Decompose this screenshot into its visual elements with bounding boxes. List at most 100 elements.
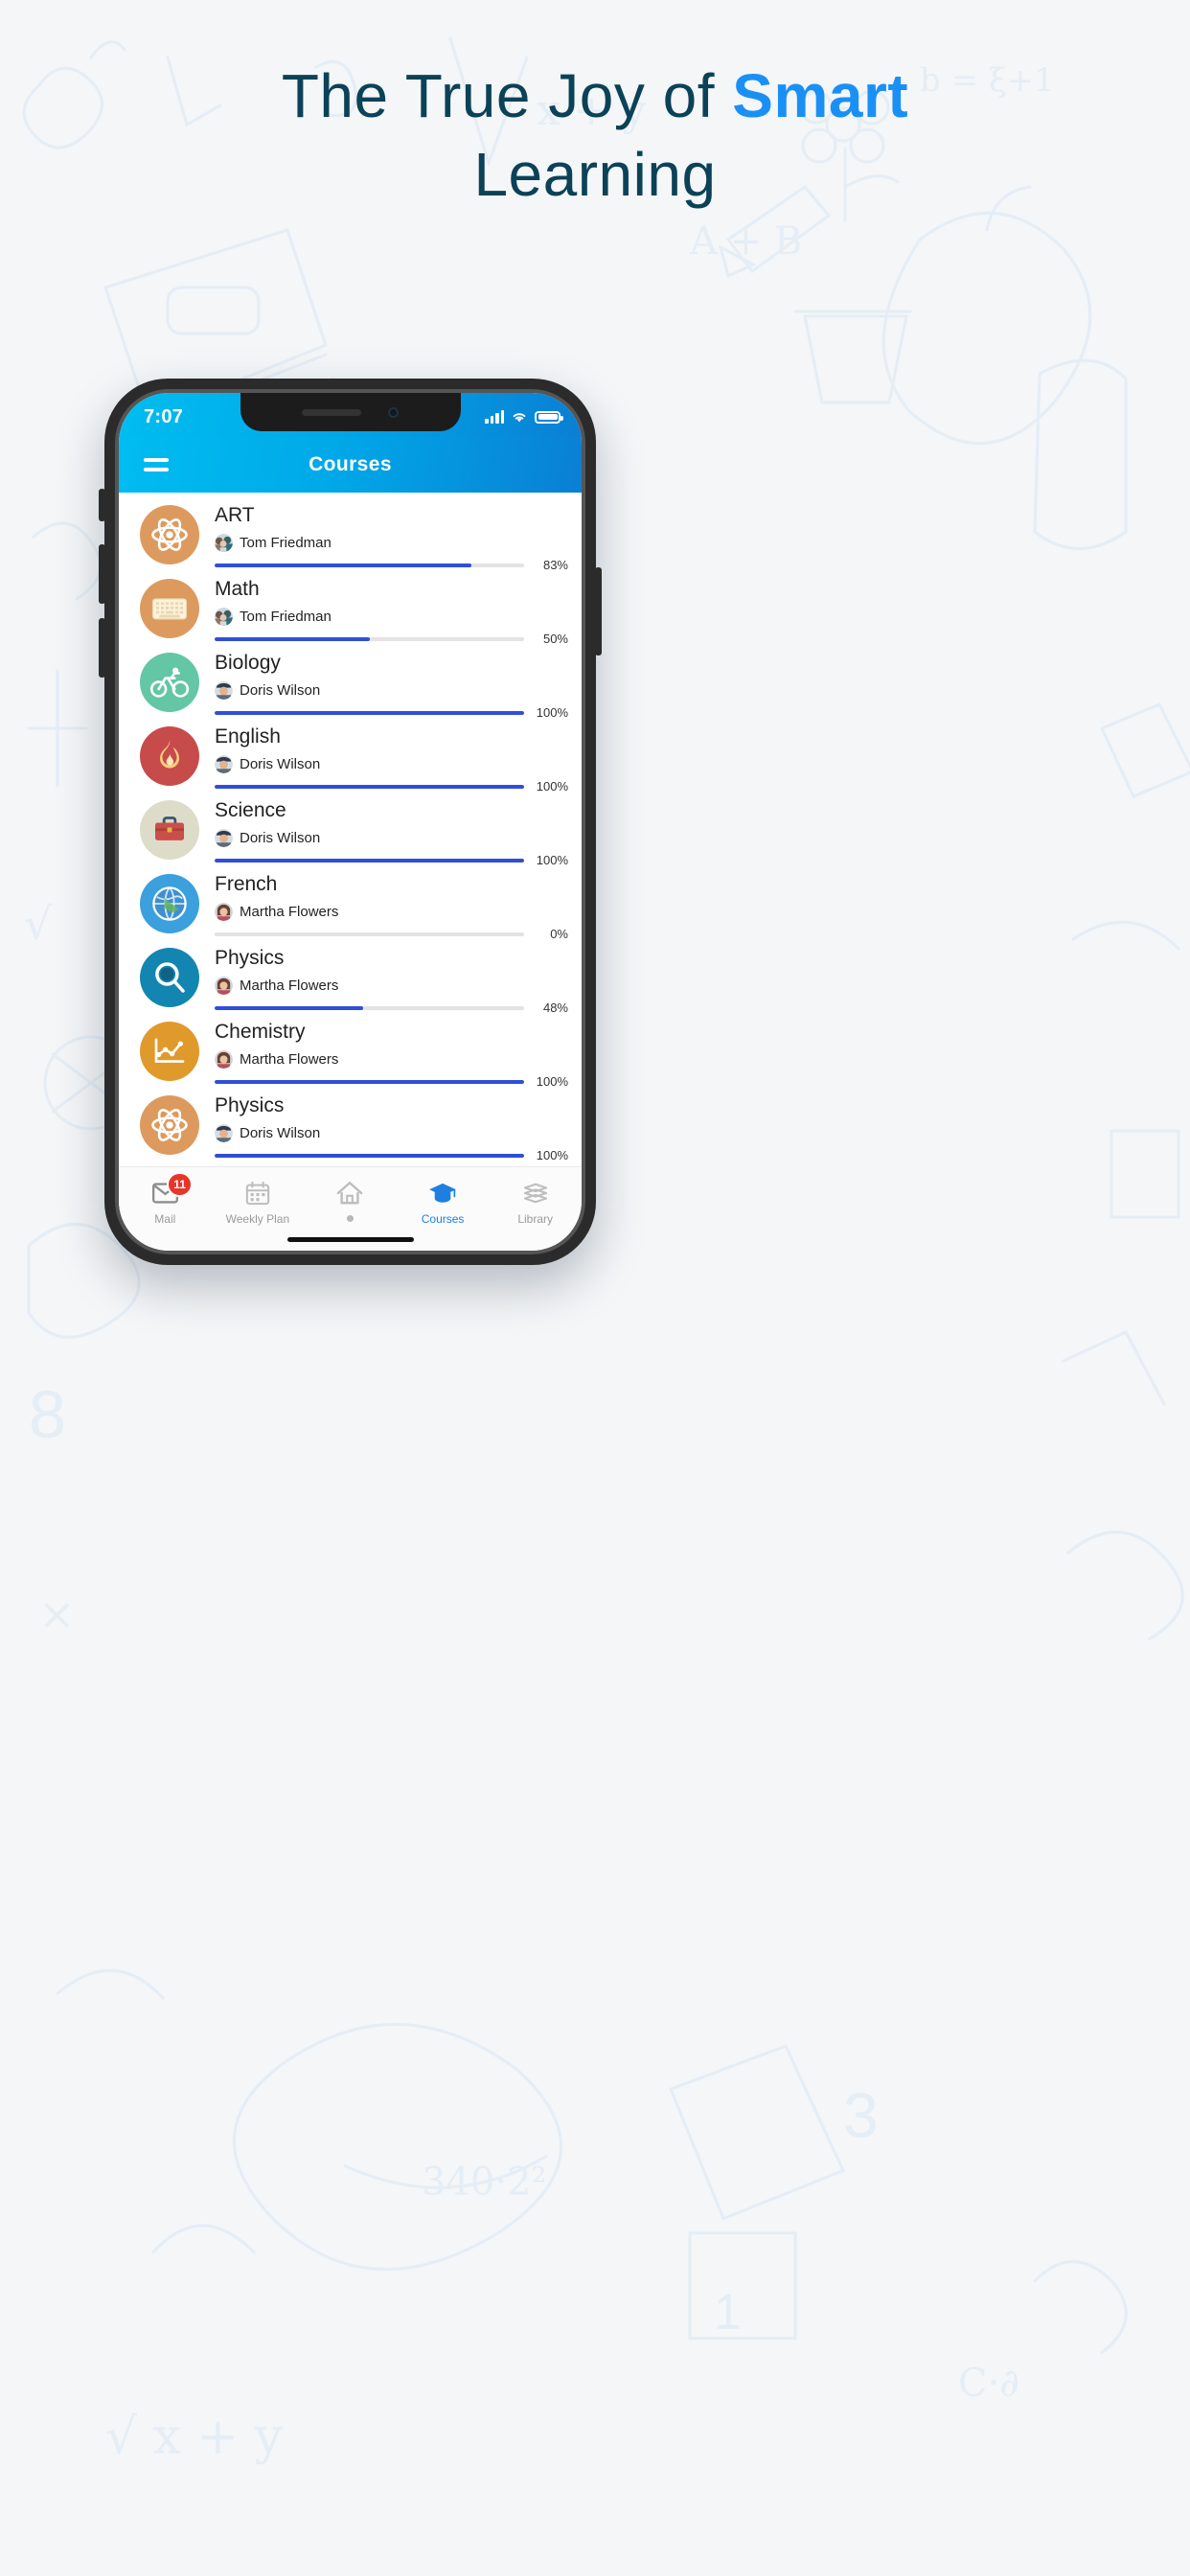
flame-icon bbox=[150, 737, 189, 775]
headline-text-accent: Smart bbox=[732, 61, 909, 130]
notification-badge: 11 bbox=[167, 1172, 193, 1197]
course-details: English Doris Wilson 100% bbox=[199, 724, 568, 794]
course-instructor: Martha Flowers bbox=[215, 977, 568, 996]
calendar-icon[interactable] bbox=[245, 1179, 270, 1208]
keyboard-icon bbox=[150, 589, 189, 628]
books-icon[interactable] bbox=[522, 1179, 549, 1208]
briefcase-icon bbox=[150, 811, 189, 849]
phone-volume-up-button[interactable] bbox=[99, 544, 105, 604]
course-details: Science Doris Wilson 100% bbox=[199, 798, 568, 867]
front-camera-icon bbox=[388, 406, 399, 418]
progress-percent-label: 100% bbox=[536, 1148, 568, 1163]
instructor-name: Doris Wilson bbox=[240, 830, 321, 847]
course-title: Science bbox=[215, 799, 286, 821]
instructor-avatar bbox=[215, 1050, 233, 1070]
course-instructor: Martha Flowers bbox=[215, 903, 568, 922]
signal-bars-icon bbox=[485, 410, 504, 424]
instructor-avatar bbox=[215, 1124, 233, 1143]
course-row[interactable]: Science Doris Wilson 100% bbox=[119, 788, 582, 867]
course-icon-badge bbox=[140, 800, 199, 860]
app-bar: Courses bbox=[119, 437, 582, 493]
nav-item-home[interactable] bbox=[304, 1179, 397, 1222]
nav-item-mail[interactable]: Mail 11 bbox=[119, 1172, 212, 1226]
course-instructor: Doris Wilson bbox=[215, 681, 568, 701]
instructor-avatar bbox=[215, 755, 233, 774]
phone-screen: 7:07 Courses ART Tom Friedman 83% Math T… bbox=[119, 393, 582, 1251]
battery-full-icon bbox=[535, 410, 563, 424]
nav-item-courses[interactable]: Courses bbox=[397, 1179, 490, 1226]
magnifier-icon bbox=[149, 957, 190, 998]
course-icon-badge bbox=[140, 948, 199, 1007]
svg-text:√ x + y: √ x + y bbox=[105, 2408, 284, 2466]
phone-mockup: 7:07 Courses ART Tom Friedman 83% Math T… bbox=[104, 379, 596, 1265]
instructor-name: Doris Wilson bbox=[240, 756, 321, 773]
course-row[interactable]: French Martha Flowers 0% bbox=[119, 862, 582, 941]
home-icon[interactable] bbox=[335, 1179, 364, 1208]
progress-fill bbox=[215, 1153, 524, 1158]
phone-volume-down-button[interactable] bbox=[99, 618, 105, 678]
globe-icon bbox=[149, 884, 190, 924]
headline-line-1: The True Joy of Smart bbox=[0, 58, 1190, 136]
course-icon-badge bbox=[140, 579, 199, 638]
course-details: French Martha Flowers 0% bbox=[199, 872, 568, 941]
earpiece-speaker bbox=[302, 408, 361, 416]
course-row[interactable]: Physics Martha Flowers 48% bbox=[119, 935, 582, 1015]
page-title: Courses bbox=[309, 453, 392, 475]
svg-text:×: × bbox=[38, 1588, 76, 1640]
atom-icon bbox=[149, 515, 190, 555]
course-instructor: Doris Wilson bbox=[215, 1124, 568, 1143]
instructor-avatar bbox=[215, 608, 233, 627]
course-instructor: Martha Flowers bbox=[215, 1050, 568, 1070]
course-title: Physics bbox=[215, 1094, 285, 1116]
instructor-name: Martha Flowers bbox=[240, 1051, 339, 1069]
nav-item-weekly-plan[interactable]: Weekly Plan bbox=[212, 1179, 305, 1226]
course-icon-badge bbox=[140, 1022, 199, 1081]
svg-text:340·2²: 340·2² bbox=[422, 2160, 547, 2204]
nav-active-dot bbox=[346, 1215, 354, 1222]
phone-bezel: 7:07 Courses ART Tom Friedman 83% Math T… bbox=[115, 389, 585, 1254]
course-icon-badge bbox=[140, 1095, 199, 1155]
course-row[interactable]: ART Tom Friedman 83% bbox=[119, 493, 582, 572]
nav-item-label: Library bbox=[517, 1212, 554, 1226]
phone-power-button[interactable] bbox=[595, 567, 602, 656]
atom-icon bbox=[149, 1105, 190, 1145]
course-details: ART Tom Friedman 83% bbox=[199, 503, 568, 572]
instructor-name: Doris Wilson bbox=[240, 682, 321, 700]
svg-text:1: 1 bbox=[714, 2285, 742, 2340]
course-icon-badge bbox=[140, 874, 199, 933]
course-instructor: Tom Friedman bbox=[215, 534, 568, 553]
course-row[interactable]: Physics Doris Wilson 100% bbox=[119, 1083, 582, 1162]
nav-item-library[interactable]: Library bbox=[489, 1179, 582, 1226]
status-bar-icons bbox=[485, 410, 563, 424]
course-instructor: Doris Wilson bbox=[215, 755, 568, 774]
phone-mute-switch[interactable] bbox=[99, 489, 105, 521]
course-details: Physics Martha Flowers 48% bbox=[199, 946, 568, 1015]
svg-text:C·∂: C·∂ bbox=[958, 2361, 1019, 2405]
headline-text-primary: The True Joy of bbox=[281, 61, 733, 130]
instructor-name: Tom Friedman bbox=[240, 609, 332, 626]
home-indicator[interactable] bbox=[286, 1237, 414, 1242]
course-list[interactable]: ART Tom Friedman 83% Math Tom Friedman 5… bbox=[119, 493, 582, 1163]
instructor-name: Doris Wilson bbox=[240, 1125, 321, 1142]
instructor-avatar bbox=[215, 681, 233, 701]
hamburger-menu-icon[interactable] bbox=[144, 458, 169, 472]
course-title: Physics bbox=[215, 947, 285, 969]
course-row[interactable]: English Doris Wilson 100% bbox=[119, 714, 582, 794]
course-row[interactable]: Biology Doris Wilson 100% bbox=[119, 640, 582, 720]
course-row[interactable]: Chemistry Martha Flowers 100% bbox=[119, 1009, 582, 1089]
course-title: Biology bbox=[215, 652, 281, 674]
headline-line-2: Learning bbox=[473, 139, 717, 209]
course-title: French bbox=[215, 873, 278, 895]
instructor-avatar bbox=[215, 534, 233, 553]
course-row[interactable]: Math Tom Friedman 50% bbox=[119, 566, 582, 646]
nav-item-label: Mail bbox=[154, 1212, 176, 1226]
instructor-name: Martha Flowers bbox=[240, 978, 339, 995]
instructor-avatar bbox=[215, 829, 233, 848]
instructor-name: Tom Friedman bbox=[240, 535, 332, 552]
course-title: English bbox=[215, 725, 281, 748]
bicycle-icon bbox=[149, 662, 190, 702]
wifi-icon bbox=[513, 413, 526, 423]
graduation-cap-icon[interactable] bbox=[428, 1179, 457, 1208]
course-details: Physics Doris Wilson 100% bbox=[199, 1093, 568, 1162]
course-title: Math bbox=[215, 578, 260, 600]
